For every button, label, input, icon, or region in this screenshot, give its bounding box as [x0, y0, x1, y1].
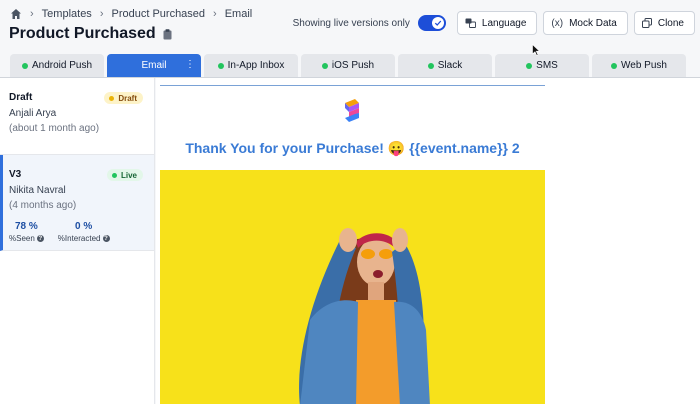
language-button-label: Language: [481, 17, 527, 29]
badge-label: Live: [120, 170, 137, 180]
breadcrumb: › Templates › Product Purchased › Email: [10, 8, 252, 20]
live-status-dot: [526, 62, 533, 69]
clone-button[interactable]: Clone: [633, 11, 695, 35]
live-versions-toggle[interactable]: [417, 15, 446, 31]
help-icon[interactable]: ?: [102, 235, 110, 242]
toggle-knob: [431, 17, 444, 29]
tab-sms[interactable]: SMS: [495, 54, 589, 77]
tab-label: Slack: [437, 60, 463, 71]
mock-data-button-label: Mock Data: [569, 17, 617, 29]
live-status-dot: [611, 62, 618, 69]
version-item-v3[interactable]: V3 Nikita Navral (4 months ago) Live 78 …: [0, 155, 154, 251]
version-time: (about 1 month ago): [9, 123, 100, 134]
breadcrumb-item-product-purchased[interactable]: Product Purchased: [111, 8, 205, 20]
live-versions-label: Showing live versions only: [292, 17, 410, 29]
chevron-right-icon: ›: [213, 8, 217, 20]
status-badge-live: Live: [106, 169, 143, 181]
stat-label: %Seen ?: [9, 234, 44, 243]
stat-interacted: 0 % %Interacted ?: [58, 221, 110, 243]
page-title: Product Purchased: [9, 25, 172, 43]
check-icon: [434, 20, 442, 26]
more-options-icon[interactable]: ⋮: [185, 59, 195, 70]
stat-label: %Interacted ?: [57, 234, 110, 243]
live-status-dot: [217, 62, 224, 69]
stat-seen: 78 % %Seen ?: [9, 221, 44, 243]
email-heading: Thank You for your Purchase! 😛 {{event.n…: [185, 140, 520, 156]
mock-data-button[interactable]: (x) Mock Data: [543, 11, 628, 35]
translate-icon: [465, 18, 476, 28]
live-status-dot: [21, 62, 28, 69]
brand-logo-icon: [345, 99, 359, 122]
version-author: Anjali Arya: [9, 108, 57, 119]
version-time: (4 months ago): [9, 200, 77, 211]
home-icon[interactable]: [10, 8, 22, 20]
badge-dot: [109, 95, 115, 101]
badge-dot: [111, 172, 117, 178]
tab-slack[interactable]: Slack: [398, 54, 492, 77]
channel-tabs: Android Push Email ⋮ In-App Inbox iOS Pu…: [10, 54, 700, 77]
version-author: Nikita Navral: [9, 185, 66, 196]
live-status-dot: [321, 62, 328, 69]
page-title-text: Product Purchased: [9, 25, 156, 42]
tab-android-push[interactable]: Android Push: [10, 54, 104, 77]
variable-icon: (x): [551, 17, 564, 29]
tab-email[interactable]: Email ⋮: [107, 54, 201, 77]
toolbar: Showing live versions only Language (x) …: [293, 11, 695, 35]
tab-label: iOS Push: [331, 60, 375, 71]
woman-in-denim-jacket-image: [160, 170, 545, 404]
chevron-right-icon: ›: [99, 8, 104, 20]
copy-icon: [641, 18, 652, 28]
versions-panel: Draft Anjali Arya (about 1 month ago) Dr…: [0, 78, 155, 404]
preview-top-border: [160, 85, 545, 86]
stat-value: 78 %: [15, 221, 38, 232]
breadcrumb-item-email: Email: [224, 8, 253, 20]
version-item-draft[interactable]: Draft Anjali Arya (about 1 month ago) Dr…: [0, 78, 154, 155]
tab-label: Web Push: [621, 60, 667, 71]
clone-button-label: Clone: [657, 17, 684, 29]
mouse-cursor-icon: [532, 44, 540, 56]
tab-label: Email: [141, 60, 167, 71]
stat-value: 0 %: [75, 221, 93, 232]
language-button[interactable]: Language: [456, 11, 538, 35]
breadcrumb-item-templates[interactable]: Templates: [42, 8, 92, 20]
email-preview: Thank You for your Purchase! 😛 {{event.n…: [156, 78, 700, 404]
tab-in-app-inbox[interactable]: In-App Inbox: [204, 54, 298, 77]
clipboard-icon[interactable]: [163, 28, 172, 40]
tab-ios-push[interactable]: iOS Push: [301, 54, 395, 77]
help-icon[interactable]: ?: [36, 235, 44, 242]
live-status-dot: [427, 62, 434, 69]
tab-label: Android Push: [31, 60, 93, 71]
status-badge-draft: Draft: [104, 92, 143, 104]
version-stats: 78 % %Seen ? 0 % %Interacted ?: [9, 221, 144, 243]
tab-label: In-App Inbox: [227, 60, 285, 71]
badge-label: Draft: [118, 93, 137, 103]
chevron-right-icon: ›: [30, 8, 34, 20]
tab-label: SMS: [536, 60, 558, 71]
tab-web-push[interactable]: Web Push: [592, 54, 686, 77]
